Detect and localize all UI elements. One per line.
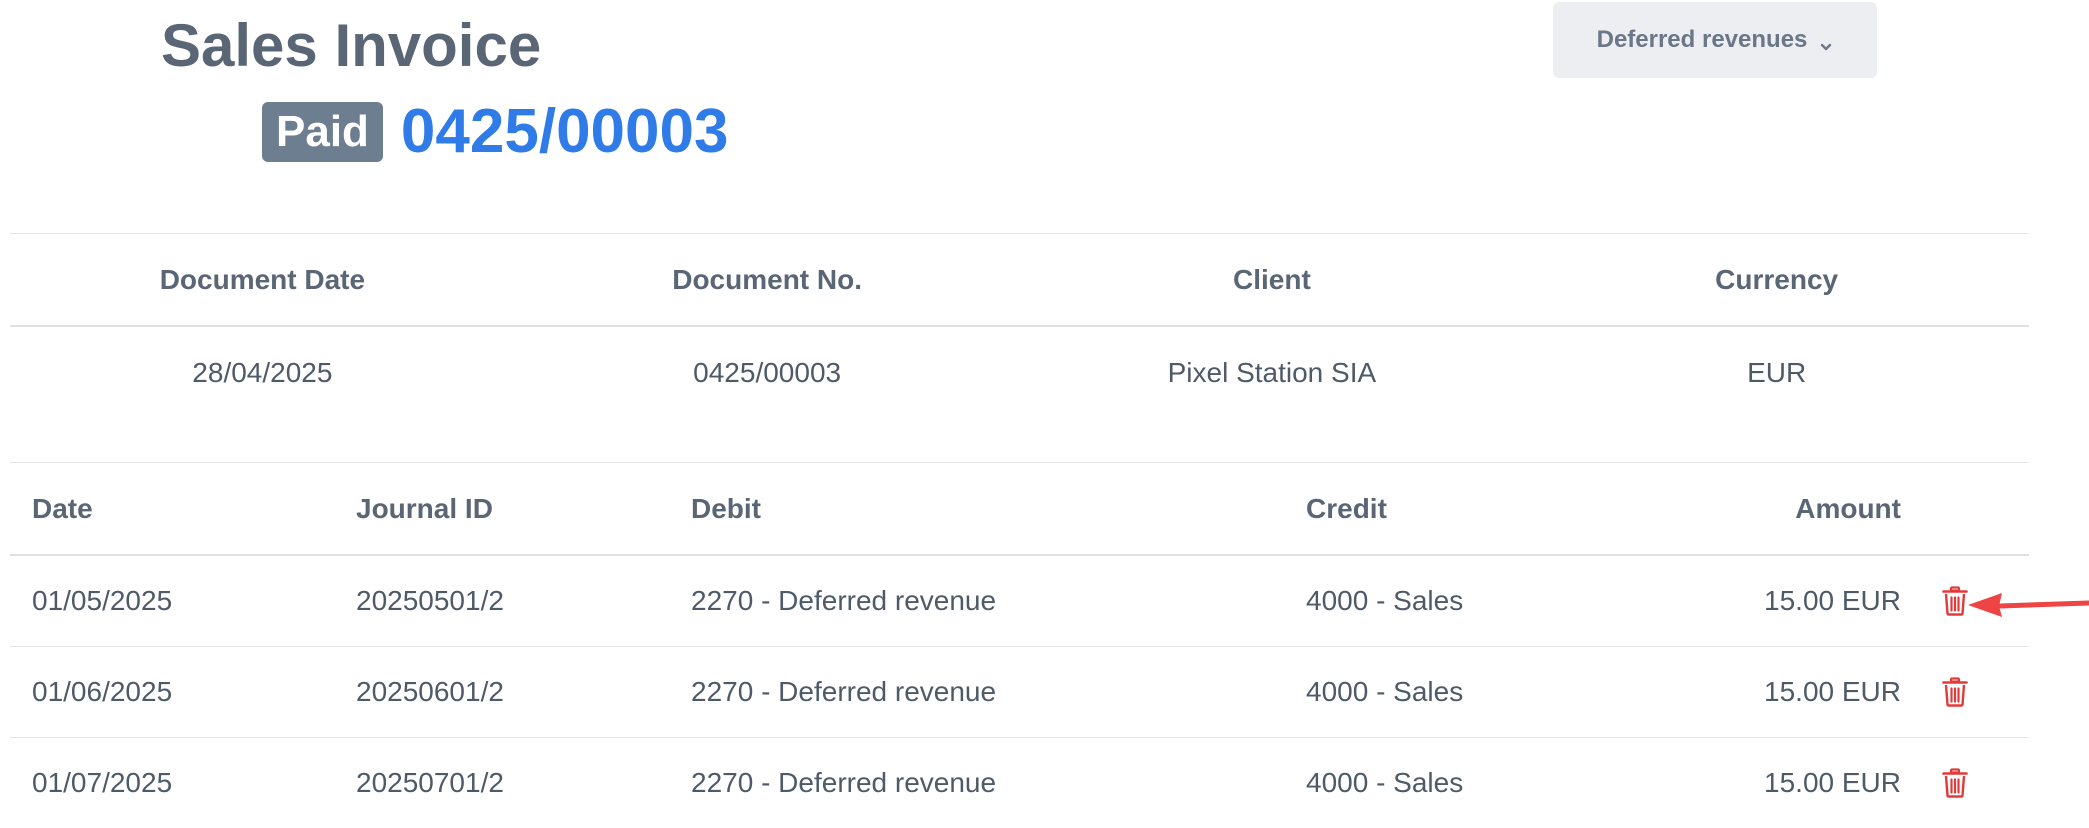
table-row: 01/05/2025 20250501/2 2270 - Deferred re… [10, 556, 2029, 647]
deferred-revenues-dropdown[interactable]: Deferred revenues [1553, 2, 1877, 78]
header-currency: Currency [1715, 263, 1839, 295]
document-date-value: 28/04/2025 [192, 357, 333, 388]
entry-amount: 15.00 EUR [1764, 676, 1901, 707]
entry-date: 01/05/2025 [32, 585, 173, 616]
header-credit: Credit [1306, 492, 1387, 524]
entry-credit: 4000 - Sales [1306, 767, 1464, 798]
header-client: Client [1232, 263, 1311, 295]
invoice-number-link[interactable]: 0425/00003 [401, 96, 729, 168]
trash-icon[interactable] [1938, 766, 1972, 800]
status-badge: Paid [262, 102, 383, 162]
entry-credit: 4000 - Sales [1306, 676, 1464, 707]
header-document-no: Document No. [672, 263, 863, 295]
invoice-status-row: Paid 0425/00003 [262, 96, 728, 168]
summary-header-row: Document Date Document No. Client Curren… [10, 234, 2029, 325]
entry-amount: 15.00 EUR [1764, 767, 1901, 798]
entry-date: 01/06/2025 [32, 676, 173, 707]
currency-value: EUR [1747, 357, 1807, 388]
dropdown-label: Deferred revenues [1596, 26, 1808, 53]
header-journal-id: Journal ID [356, 492, 493, 524]
entry-debit: 2270 - Deferred revenue [691, 767, 997, 798]
entry-date: 01/07/2025 [32, 767, 173, 798]
journal-id-link[interactable]: 20250601/2 [356, 676, 504, 708]
header-debit: Debit [691, 492, 761, 524]
page-title: Sales Invoice [161, 12, 542, 79]
header-document-date: Document Date [159, 263, 366, 295]
table-row: 01/07/2025 20250701/2 2270 - Deferred re… [10, 738, 2029, 828]
header-amount: Amount [1795, 492, 1901, 524]
entry-credit: 4000 - Sales [1306, 585, 1464, 616]
journal-id-link[interactable]: 20250501/2 [356, 585, 504, 617]
chevron-down-icon [1819, 33, 1833, 51]
client-link[interactable]: Pixel Station SIA [1020, 357, 1525, 389]
header-date: Date [32, 492, 93, 524]
entry-amount: 15.00 EUR [1764, 585, 1901, 616]
entries-header-row: Date Journal ID Debit Credit Amount [10, 463, 2029, 556]
trash-icon[interactable] [1938, 675, 1972, 709]
journal-id-link[interactable]: 20250701/2 [356, 767, 504, 799]
entry-debit: 2270 - Deferred revenue [691, 585, 997, 616]
annotation-arrow-icon [1966, 588, 2089, 618]
invoice-summary-table: Document Date Document No. Client Curren… [10, 233, 2029, 419]
deferred-entries-table: Date Journal ID Debit Credit Amount 01/0… [10, 462, 2029, 828]
summary-values-row: 28/04/2025 0425/00003 Pixel Station SIA … [10, 327, 2029, 419]
document-no-value: 0425/00003 [693, 357, 842, 388]
table-row: 01/06/2025 20250601/2 2270 - Deferred re… [10, 647, 2029, 738]
entry-debit: 2270 - Deferred revenue [691, 676, 997, 707]
